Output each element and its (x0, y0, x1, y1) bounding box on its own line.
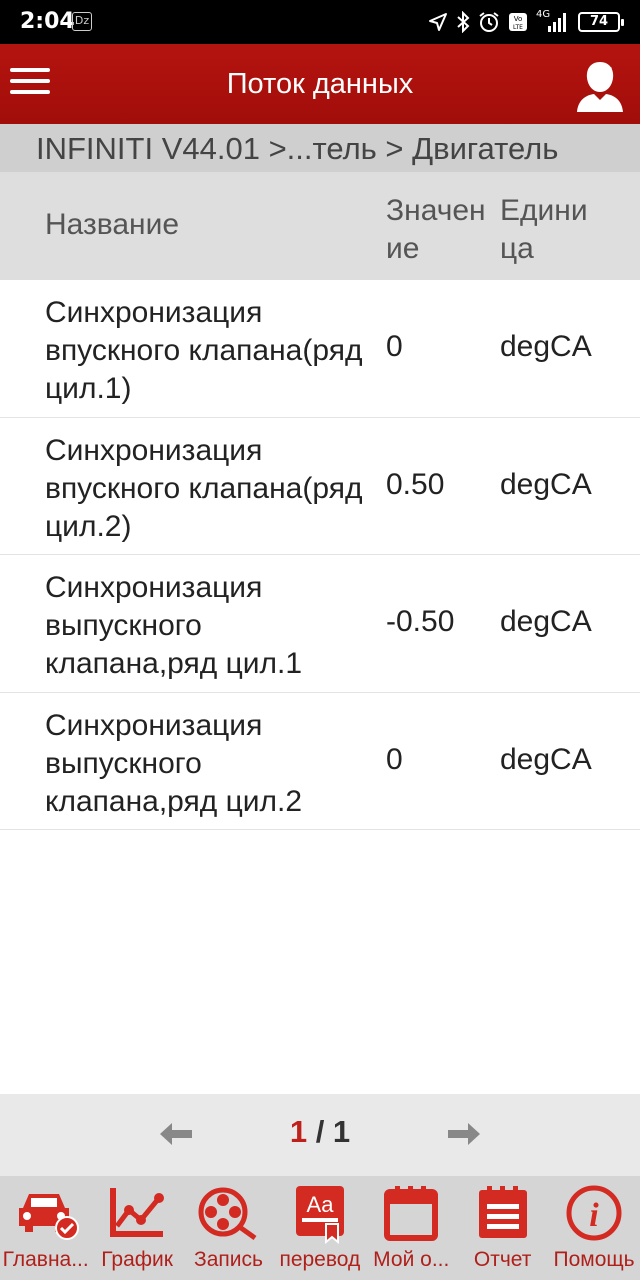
status-icons: Vo LTE 4G 74 (428, 8, 624, 36)
parameter-value: 0 (386, 742, 403, 776)
notification-badge: Dz (72, 12, 92, 31)
page-title: Поток данных (226, 68, 414, 100)
film-reel-icon (198, 1187, 257, 1241)
nav-home-label: Главна... (2, 1248, 89, 1271)
total-pages: 1 (332, 1114, 351, 1149)
arrow-right-icon[interactable] (446, 1120, 482, 1148)
table-header: Название Значение Единица (0, 172, 640, 280)
current-page: 1 (289, 1114, 308, 1149)
table-row[interactable]: Синхронизация выпускного клапана,ряд цил… (0, 555, 640, 693)
nav-graph-label: График (101, 1248, 173, 1271)
page-indicator: 1 / 1 (0, 1114, 640, 1150)
svg-text:Aa: Aa (306, 1192, 334, 1217)
parameter-unit: degCA (500, 467, 592, 501)
bluetooth-icon (457, 11, 470, 33)
table-row[interactable]: Синхронизация выпускного клапана,ряд цил… (0, 693, 640, 830)
nav-my-label: Мой о... (373, 1248, 450, 1271)
parameter-value: 0 (386, 330, 403, 363)
parameter-name: Синхронизация впускного клапана(ряд цил.… (45, 296, 363, 405)
chart-icon (110, 1188, 165, 1237)
svg-text:LTE: LTE (513, 24, 523, 31)
data-table: Синхронизация впускного клапана(ряд цил.… (0, 280, 640, 830)
nav-record-label: Запись (194, 1248, 263, 1271)
nav-my[interactable]: Мой о... (366, 1176, 457, 1280)
car-check-icon (18, 1194, 79, 1240)
status-bar: 2:04 Dz Vo LTE 4G 74 (0, 0, 640, 44)
nav-help-label: Помощь (553, 1248, 635, 1271)
parameter-name: Синхронизация впускного клапана(ряд цил.… (45, 433, 363, 543)
battery-icon: 74 (578, 12, 624, 32)
nav-graph[interactable]: График (91, 1176, 182, 1280)
report-icon (478, 1186, 527, 1238)
parameter-unit: degCA (500, 605, 592, 638)
nav-report[interactable]: Отчет (457, 1176, 548, 1280)
column-header-unit: Единица (500, 194, 588, 265)
parameter-unit: degCA (500, 330, 592, 363)
nav-translate[interactable]: Aa перевод (274, 1176, 365, 1280)
column-header-name: Название (45, 208, 180, 241)
page-separator: / (307, 1114, 333, 1149)
user-icon[interactable] (574, 58, 626, 114)
nav-record[interactable]: Запись (183, 1176, 274, 1280)
svg-text:Vo: Vo (514, 15, 523, 23)
pagination-bar: 1 / 1 (0, 1094, 640, 1176)
parameter-unit: degCA (500, 742, 592, 776)
dictionary-icon: Aa (295, 1186, 344, 1244)
nav-report-label: Отчет (473, 1248, 532, 1271)
table-row[interactable]: Синхронизация впускного клапана(ряд цил.… (0, 280, 640, 418)
alarm-icon (479, 12, 499, 32)
volte-icon: VoLTE (509, 13, 527, 31)
parameter-value: -0.50 (386, 605, 455, 638)
signal-icon: 4G (536, 9, 570, 33)
app-bar: Поток данных (0, 44, 640, 124)
nav-home[interactable]: Главна... (0, 1176, 91, 1280)
svg-text:i: i (589, 1197, 599, 1234)
info-icon: i (566, 1185, 622, 1241)
table-row[interactable]: Синхронизация впускного клапана(ряд цил.… (0, 418, 640, 555)
column-header-value: Значение (386, 194, 486, 265)
breadcrumb: INFINITI V44.01 >...тель > Двигатель (0, 124, 640, 172)
parameter-value: 0.50 (386, 467, 445, 501)
nav-help[interactable]: i Помощь (548, 1176, 639, 1280)
bottom-navigation: Главна... График Запись Aa перевод Мой о… (0, 1176, 640, 1280)
parameter-name: Синхронизация выпускного клапана,ряд цил… (45, 708, 303, 818)
parameter-name: Синхронизация выпускного клапана,ряд цил… (45, 571, 303, 680)
navigation-icon (429, 13, 447, 31)
status-time: 2:04 (20, 9, 75, 34)
calendar-icon (384, 1186, 439, 1241)
nav-translate-label: перевод (279, 1248, 361, 1271)
